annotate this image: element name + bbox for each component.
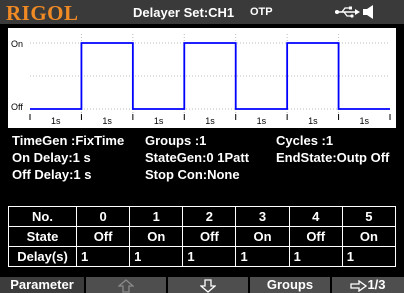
page-softkey[interactable]: 1/3 <box>332 277 404 293</box>
stategen-param: StateGen:0 1Patt <box>145 150 250 165</box>
header-col-0[interactable]: 0 <box>75 206 131 227</box>
usb-icon <box>335 6 360 18</box>
up-arrow-icon <box>117 278 135 293</box>
state-cell-0[interactable]: Off <box>75 226 131 247</box>
rigol-logo: RIGOL <box>6 1 79 25</box>
table-header-row: No. 0 1 2 3 4 5 <box>8 206 397 227</box>
header-col-4[interactable]: 4 <box>288 206 343 227</box>
page-indicator: 1/3 <box>367 277 386 292</box>
state-cell-1[interactable]: On <box>129 226 184 247</box>
down-arrow-softkey[interactable] <box>168 277 248 293</box>
on-level-label: On <box>11 39 23 49</box>
header-col-1[interactable]: 1 <box>129 206 184 227</box>
delay-label: Delay(s) <box>8 246 77 267</box>
right-arrow-icon <box>350 279 368 292</box>
time-label: 1s <box>308 116 318 126</box>
state-cell-5[interactable]: On <box>341 226 397 247</box>
delayer-table: No. 0 1 2 3 4 5 State Off On Off On Off … <box>8 206 397 267</box>
off-level-label: Off <box>11 102 23 112</box>
waveform-chart: On Off 1s 1s 1s 1s 1s 1s 1s <box>11 34 391 126</box>
time-label: 1s <box>154 116 164 126</box>
time-label: 1s <box>257 116 267 126</box>
time-label: 1s <box>102 116 112 126</box>
header-col-3[interactable]: 3 <box>235 206 290 227</box>
table-delay-row: Delay(s) 1 1 1 1 1 1 <box>8 246 397 267</box>
time-label: 1s <box>205 116 215 126</box>
delay-cell-1[interactable]: 1 <box>129 246 184 267</box>
off-delay-param: Off Delay:1 s <box>12 167 92 182</box>
endstate-param: EndState:Outp Off <box>276 150 390 165</box>
on-delay-param: On Delay:1 s <box>12 150 91 165</box>
page-title: Delayer Set:CH1 <box>133 5 235 20</box>
state-cell-3[interactable]: On <box>235 226 290 247</box>
groups-softkey-label: Groups <box>266 277 314 292</box>
parameter-softkey[interactable]: Parameter <box>0 277 84 293</box>
speaker-icon <box>363 5 373 19</box>
header-no: No. <box>8 206 77 227</box>
time-label: 1s <box>51 116 61 126</box>
stop-con-param: Stop Con:None <box>145 167 240 182</box>
delay-cell-4[interactable]: 1 <box>288 246 343 267</box>
header-col-2[interactable]: 2 <box>182 206 237 227</box>
delay-cell-2[interactable]: 1 <box>182 246 237 267</box>
down-arrow-icon <box>199 278 217 293</box>
groups-softkey[interactable]: Groups <box>250 277 330 293</box>
state-cell-4[interactable]: Off <box>288 226 343 247</box>
up-arrow-softkey[interactable] <box>86 277 166 293</box>
header-col-5[interactable]: 5 <box>341 206 397 227</box>
delay-cell-3[interactable]: 1 <box>235 246 290 267</box>
state-label: State <box>8 226 77 247</box>
table-state-row: State Off On Off On Off On <box>8 226 397 247</box>
parameter-softkey-label: Parameter <box>10 277 74 292</box>
delay-cell-5[interactable]: 1 <box>341 246 397 267</box>
groups-param: Groups :1 <box>145 133 207 148</box>
header-bar: RIGOL Delayer Set:CH1 OTP <box>0 0 404 25</box>
time-label: 1s <box>360 116 370 126</box>
timegen-param: TimeGen :FixTime <box>12 133 125 148</box>
otp-indicator: OTP <box>250 6 273 18</box>
delay-cell-0[interactable]: 1 <box>75 246 131 267</box>
cycles-param: Cycles :1 <box>276 133 334 148</box>
state-cell-2[interactable]: Off <box>182 226 237 247</box>
waveform-area: On Off 1s 1s 1s 1s 1s 1s 1s <box>8 28 396 128</box>
